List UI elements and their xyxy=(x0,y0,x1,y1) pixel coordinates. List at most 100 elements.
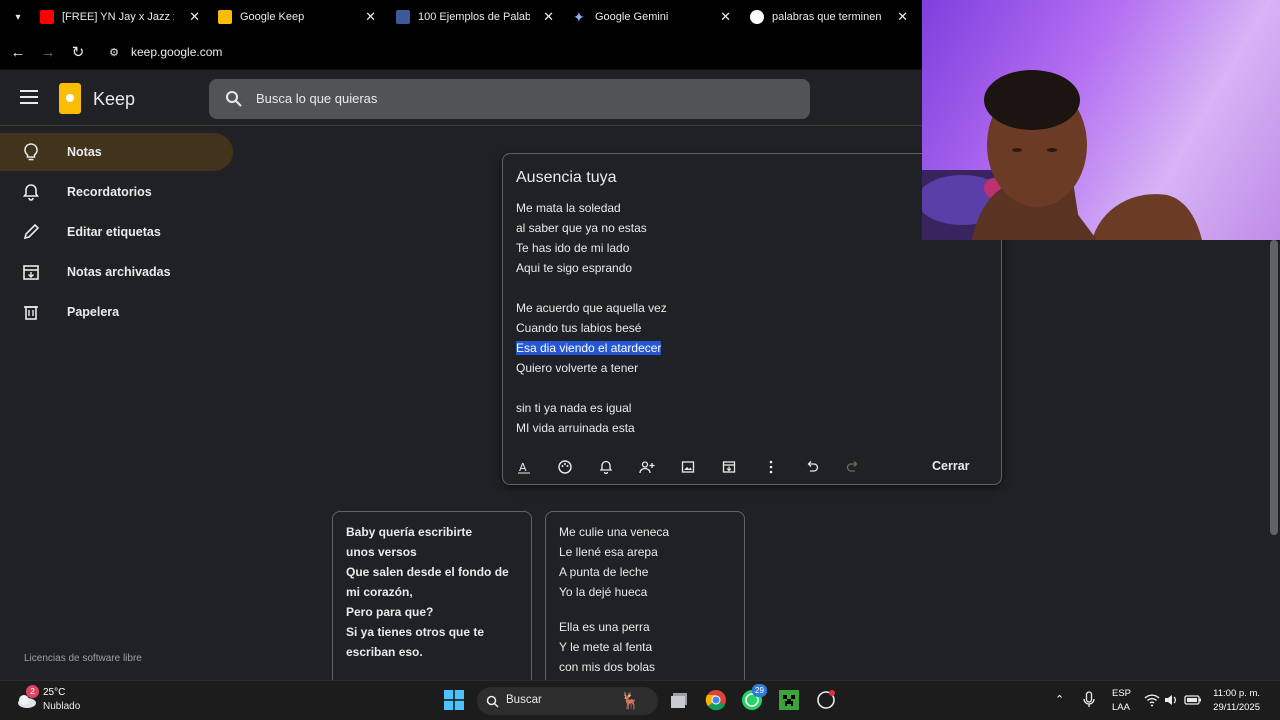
note-toolbar: A Cerrar xyxy=(503,454,1001,482)
page-scrollbar[interactable] xyxy=(1270,240,1278,535)
card-line: con mis dos bolas xyxy=(559,660,656,674)
palette-icon[interactable] xyxy=(556,458,574,476)
page-icon xyxy=(396,10,410,24)
card-line: Si ya tienes otros que te xyxy=(346,625,485,639)
taskbar-search[interactable]: Buscar 🦌 xyxy=(477,687,658,715)
card-line: Pero para que? xyxy=(346,605,434,619)
sidebar-item-recordatorios[interactable]: Recordatorios xyxy=(0,173,233,211)
close-icon[interactable]: ✕ xyxy=(720,9,731,25)
app-icon[interactable] xyxy=(816,690,836,710)
browser-toolbar: ← → ↻ ⚙ keep.google.com xyxy=(0,34,922,70)
keyboard-layout-indicator[interactable]: LAA xyxy=(1112,702,1130,713)
collaborator-icon[interactable] xyxy=(638,458,656,476)
microphone-icon[interactable] xyxy=(1083,691,1095,709)
clock-time[interactable]: 11:00 p. m. xyxy=(1213,688,1260,699)
tab-title: Google Gemini xyxy=(595,11,669,23)
card-line: unos versos xyxy=(346,545,417,559)
undo-icon[interactable] xyxy=(803,458,821,476)
taskbar-search-label: Buscar xyxy=(506,694,542,706)
site-info-icon[interactable]: ⚙ xyxy=(104,42,124,62)
note-card[interactable]: Me culie una veneca Le llené esa arepa A… xyxy=(545,511,745,686)
card-line: Me culie una veneca xyxy=(559,525,670,539)
close-button[interactable]: Cerrar xyxy=(932,459,970,473)
bell-icon xyxy=(22,184,40,201)
app-title[interactable]: Keep xyxy=(93,89,135,110)
tab-search-icon[interactable]: ▾ xyxy=(8,7,28,27)
tab-google-search[interactable]: palabras que terminen en ✕ xyxy=(750,0,908,34)
weather-badge: 2 xyxy=(26,685,39,698)
sidebar-item-notas-archivadas[interactable]: Notas archivadas xyxy=(0,253,233,291)
sidebar-item-label: Notas xyxy=(67,145,102,159)
tab-google-keep[interactable]: Google Keep ✕ xyxy=(218,0,376,34)
battery-icon[interactable] xyxy=(1184,693,1202,707)
weather-icon[interactable]: 2 xyxy=(16,685,39,711)
note-line: Me acuerdo que aquella vez xyxy=(516,301,667,315)
weather-condition[interactable]: Nublado xyxy=(43,701,80,712)
task-view-icon[interactable] xyxy=(670,691,690,709)
tab-ejemplos[interactable]: 100 Ejemplos de Palabras a ✕ xyxy=(396,0,554,34)
weather-temp[interactable]: 25°C xyxy=(43,687,65,698)
chevron-up-icon[interactable]: ⌃ xyxy=(1055,693,1064,706)
search-icon[interactable] xyxy=(225,90,243,108)
note-line: al saber que ya no estas xyxy=(516,221,647,235)
keep-logo-icon[interactable] xyxy=(59,83,81,114)
archive-icon[interactable] xyxy=(720,458,738,476)
close-icon[interactable]: ✕ xyxy=(189,9,200,25)
chrome-icon[interactable] xyxy=(705,689,727,711)
licenses-link[interactable]: Licencias de software libre xyxy=(24,653,142,664)
note-line: Quiero volverte a tener xyxy=(516,361,639,375)
tab-youtube[interactable]: [FREE] YN Jay x Jazz x Detr ✕ xyxy=(40,0,200,34)
clock-date[interactable]: 29/11/2025 xyxy=(1213,702,1260,713)
sidebar-item-editar-etiquetas[interactable]: Editar etiquetas xyxy=(0,213,233,251)
whatsapp-icon[interactable]: 29 xyxy=(741,684,767,711)
note-body[interactable]: Me mata la soledad al saber que ya no es… xyxy=(516,198,986,438)
windows-start-icon[interactable] xyxy=(444,690,464,710)
note-line: Cuando tus labios besé xyxy=(516,321,642,335)
close-icon[interactable]: ✕ xyxy=(897,9,908,25)
tab-title: Google Keep xyxy=(240,11,305,23)
text-selection: Esa dia viendo el atardecer xyxy=(516,341,662,355)
minecraft-icon[interactable] xyxy=(779,690,799,710)
wifi-icon[interactable] xyxy=(1144,693,1160,707)
redo-icon[interactable] xyxy=(844,458,862,476)
note-line: MI vida arruinada esta xyxy=(516,421,635,435)
tab-title: [FREE] YN Jay x Jazz x Detr xyxy=(62,11,174,23)
sidebar-item-papelera[interactable]: Papelera xyxy=(0,293,233,331)
gemini-icon: ✦ xyxy=(573,9,585,25)
forward-icon[interactable]: → xyxy=(38,42,58,62)
tab-gemini[interactable]: ✦ Google Gemini ✕ xyxy=(573,0,731,34)
note-line: Te has ido de mi lado xyxy=(516,241,630,255)
tab-title: palabras que terminen en xyxy=(772,11,884,23)
close-icon[interactable]: ✕ xyxy=(365,9,376,25)
volume-icon[interactable] xyxy=(1164,693,1178,707)
webcam-person-image xyxy=(922,70,1202,240)
text-format-icon[interactable]: A xyxy=(515,458,533,476)
card-line: Que salen desde el fondo de xyxy=(346,565,509,579)
remind-me-icon[interactable] xyxy=(597,458,615,476)
youtube-icon xyxy=(40,10,54,24)
sidebar-item-label: Recordatorios xyxy=(67,185,152,199)
card-line: Le llené esa arepa xyxy=(559,545,658,559)
address-bar[interactable]: keep.google.com xyxy=(131,45,222,59)
back-icon[interactable]: ← xyxy=(8,42,28,62)
more-options-icon[interactable] xyxy=(762,458,780,476)
search-input[interactable]: Busca lo que quieras xyxy=(256,91,377,106)
trash-icon xyxy=(24,306,38,320)
language-indicator[interactable]: ESP xyxy=(1112,688,1131,699)
note-line: sin ti ya nada es igual xyxy=(516,401,632,415)
search-bar[interactable]: Busca lo que quieras xyxy=(209,79,810,119)
reload-icon[interactable]: ↻ xyxy=(68,42,88,62)
keep-icon xyxy=(218,10,232,24)
add-image-icon[interactable] xyxy=(679,458,697,476)
note-card[interactable]: Baby quería escribirte unos versos Que s… xyxy=(332,511,532,686)
sidebar-item-notas[interactable]: Notas xyxy=(0,133,233,171)
card-line: Baby quería escribirte xyxy=(346,525,473,539)
card-line: escriban eso. xyxy=(346,645,423,659)
main-menu-icon[interactable] xyxy=(20,90,38,108)
pencil-icon xyxy=(23,223,40,240)
keep-header: Keep Busca lo que quieras xyxy=(0,70,922,126)
close-icon[interactable]: ✕ xyxy=(543,9,554,25)
card-line: Yo la dejé hueca xyxy=(559,585,648,599)
card-line: A punta de leche xyxy=(559,565,649,579)
note-title[interactable]: Ausencia tuya xyxy=(516,169,617,187)
